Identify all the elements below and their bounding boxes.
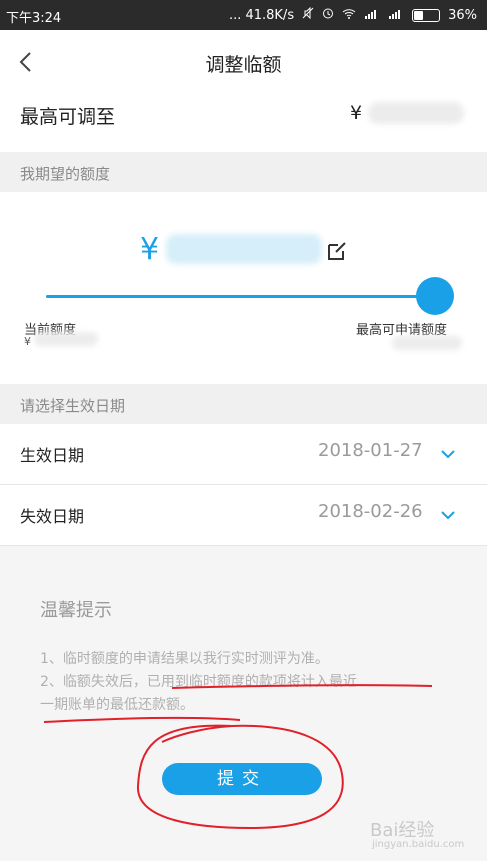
redacted-max [392, 336, 462, 350]
max-adjust-row: 最高可调至 ¥ [0, 94, 487, 140]
watermark-url: jingyan.baidu.com [372, 839, 465, 850]
nav-bar: 调整临额 [0, 30, 487, 94]
status-bar: 下午3:24 ... 41.8K/s 36% [0, 0, 487, 30]
effective-date-label: 生效日期 [20, 446, 85, 465]
signal-icon-2 [388, 8, 404, 23]
tips-line-2: 2、临额失效后，已用到临时额度的款项将计入最近 [40, 674, 357, 690]
status-icons: ... 41.8K/s 36% [228, 6, 477, 23]
redacted-amount [166, 234, 322, 264]
expire-date-label: 失效日期 [20, 507, 85, 526]
tips-line-1: 1、临时额度的申请结果以我行实时测评为准。 [40, 651, 329, 667]
tips-panel: 温馨提示 1、临时额度的申请结果以我行实时测评为准。 2、临额失效后，已用到临时… [0, 546, 487, 861]
effective-date-row[interactable]: 生效日期 2018-01-27 [0, 424, 487, 485]
network-speed: ... 41.8K/s [228, 7, 295, 23]
tips-line-3: 一期账单的最低还款额。 [40, 697, 194, 713]
battery-percent: 36% [448, 7, 477, 23]
status-time: 下午3:24 [6, 11, 62, 26]
date-section-header: 请选择生效日期 [0, 384, 487, 424]
tips-title: 温馨提示 [40, 600, 112, 621]
wifi-icon [342, 8, 356, 23]
alarm-icon [322, 7, 334, 23]
redacted-value [368, 102, 464, 124]
mute-icon [302, 6, 314, 23]
amount-slider-track[interactable] [46, 295, 438, 298]
submit-button[interactable]: 提交 [162, 763, 322, 795]
redacted-current [34, 332, 98, 346]
date-section-header-text: 请选择生效日期 [20, 397, 126, 415]
expected-amount-header: 我期望的额度 [0, 152, 487, 192]
chevron-down-icon[interactable] [440, 505, 456, 524]
edit-icon[interactable] [326, 240, 348, 266]
expire-date-value: 2018-02-26 [318, 501, 423, 522]
signal-icon [364, 8, 380, 23]
amount-panel: ¥ 当前额度 ¥ 最高可申请额度 [0, 192, 487, 382]
expected-amount-header-text: 我期望的额度 [20, 165, 111, 183]
amount-currency: ¥ [140, 232, 160, 267]
chevron-down-icon[interactable] [440, 444, 456, 463]
amount-slider-thumb[interactable] [416, 277, 454, 315]
page-title: 调整临额 [205, 54, 282, 76]
expire-date-row[interactable]: 失效日期 2018-02-26 [0, 485, 487, 546]
max-adjust-label: 最高可调至 [20, 106, 116, 128]
battery-icon [412, 8, 441, 22]
max-adjust-currency: ¥ [350, 102, 363, 124]
current-amount-currency: ¥ [24, 335, 31, 348]
effective-date-value: 2018-01-27 [318, 440, 423, 461]
